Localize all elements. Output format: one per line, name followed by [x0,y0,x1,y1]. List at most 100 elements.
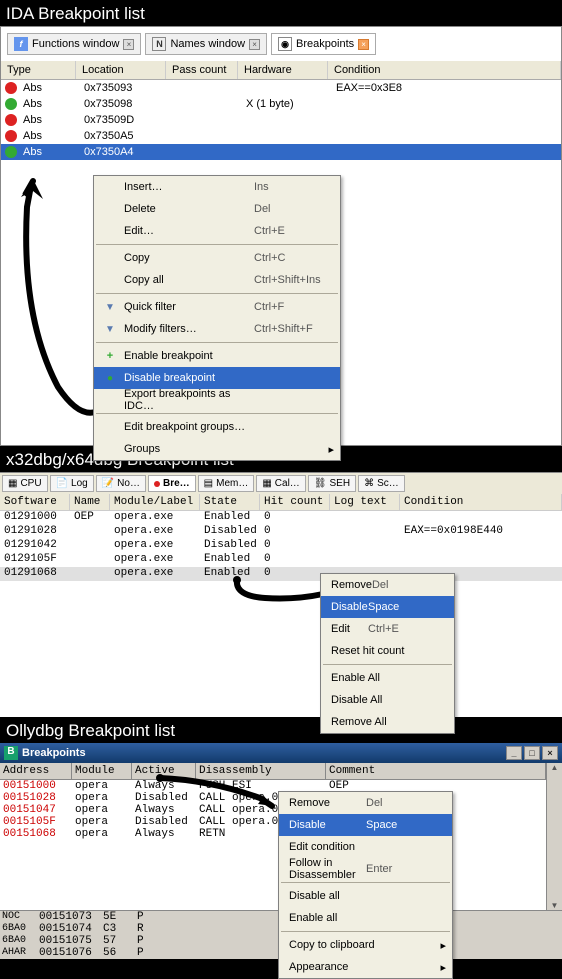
col-module[interactable]: Module/Label [110,494,200,510]
section-title-ida: IDA Breakpoint list [0,0,562,26]
tab-breakpoints[interactable]: ◉Breakpoints× [271,33,376,55]
col-address[interactable]: Address [0,763,72,779]
menu-modifyfilters[interactable]: Modify filters…Ctrl+Shift+F [94,318,340,340]
script-icon [364,478,374,489]
olly-panel: B Breakpoints _ □ × Address Module Activ… [0,743,562,959]
enable-bp-icon [100,350,120,362]
table-row[interactable]: Abs0x735098X (1 byte) [1,96,561,112]
xtab-memory[interactable]: Mem… [198,475,255,492]
menu-enableall[interactable]: Enable All [321,667,454,689]
submenu-arrow-icon: ▸ [324,443,334,456]
menu-follow[interactable]: Follow in DisassemblerEnter [279,858,452,880]
col-software[interactable]: Software [0,494,70,510]
menu-disableall[interactable]: Disable All [321,689,454,711]
xtab-notes[interactable]: No… [96,475,146,492]
menu-edit[interactable]: EditCtrl+E [321,618,454,640]
menu-remove[interactable]: RemoveDel [321,574,454,596]
xtab-cpu[interactable]: CPU [2,475,48,492]
menu-export[interactable]: Export breakpoints as IDC… [94,389,340,411]
col-state[interactable]: State [200,494,260,510]
xtab-breakpoints[interactable]: Bre… [148,475,196,492]
menu-quickfilter[interactable]: Quick filterCtrl+F [94,296,340,318]
col-hardware[interactable]: Hardware [238,61,328,79]
xtab-script[interactable]: Sc… [358,475,405,492]
menu-remove[interactable]: RemoveDel [279,792,452,814]
bp-state-icon [5,130,17,142]
col-log[interactable]: Log text [330,494,400,510]
tab-functions[interactable]: fFunctions window× [7,33,141,55]
maximize-button[interactable]: □ [524,746,540,760]
col-cond[interactable]: Condition [400,494,562,510]
ida-tab-bar: fFunctions window× NNames window× ◉Break… [1,27,561,61]
menu-copy[interactable]: CopyCtrl+C [94,247,340,269]
menu-reset[interactable]: Reset hit count [321,640,454,662]
table-row[interactable]: 01291000OEPopera.exeEnabled0 [0,511,562,525]
menu-edit[interactable]: Edit…Ctrl+E [94,220,340,242]
xtab-log[interactable]: Log [50,475,94,492]
menu-enableall[interactable]: Enable all [279,907,452,929]
scroll-down-icon[interactable]: ▼ [551,901,559,910]
xtab-callstack[interactable]: Cal… [256,475,305,492]
menu-removeall[interactable]: Remove All [321,711,454,733]
submenu-arrow-icon: ▸ [436,939,446,952]
close-button[interactable]: × [542,746,558,760]
table-row[interactable]: Abs0x735093EAX==0x3E8 [1,80,561,96]
minimize-button[interactable]: _ [506,746,522,760]
col-condition[interactable]: Condition [328,61,561,79]
separator [323,664,452,665]
col-name[interactable]: Name [70,494,110,510]
close-icon[interactable]: × [249,39,260,50]
col-disasm[interactable]: Disassembly [196,763,326,779]
menu-disable[interactable]: DisableSpace [279,814,452,836]
scroll-up-icon[interactable]: ▲ [551,763,559,772]
seh-icon [314,478,327,489]
menu-copy[interactable]: Copy to clipboard▸ [279,934,452,956]
tab-names[interactable]: NNames window× [145,33,267,55]
menu-disable[interactable]: DisableSpace [321,596,454,618]
separator [96,293,338,294]
table-row[interactable]: 0129105Fopera.exeEnabled0 [0,553,562,567]
ida-context-menu: Insert…Ins DeleteDel Edit…Ctrl+E CopyCtr… [93,175,341,461]
close-icon[interactable]: × [123,39,134,50]
table-row[interactable]: 01291068opera.exeEnabled0 [0,567,562,581]
col-module[interactable]: Module [72,763,132,779]
menu-appearance[interactable]: Appearance▸ [279,956,452,978]
menu-insert[interactable]: Insert…Ins [94,176,340,198]
menu-groups[interactable]: Groups▸ [94,438,340,460]
xtab-seh[interactable]: SEH [308,475,356,492]
col-comment[interactable]: Comment [326,763,546,779]
table-row[interactable]: 00151028operaDisabledCALL opera.00151EE1 [0,792,546,804]
table-row[interactable]: Abs0x7350A5 [1,128,561,144]
col-location[interactable]: Location [76,61,166,79]
col-hit[interactable]: Hit count [260,494,330,510]
menu-enable-bp[interactable]: Enable breakpoint [94,345,340,367]
table-row[interactable]: 00151047operaAlwaysCALL opera.00 [0,804,546,816]
separator [96,413,338,414]
menu-editcond[interactable]: Edit condition [279,836,452,858]
cpu-icon [8,478,17,489]
breakpoints-window-icon: B [4,746,18,760]
scrollbar[interactable]: ▲▼ [546,763,562,910]
tab-label: Names window [170,38,245,50]
separator [96,342,338,343]
menu-disableall[interactable]: Disable all [279,885,452,907]
table-row[interactable]: Abs0x73509D [1,112,561,128]
col-pass[interactable]: Pass count [166,61,238,79]
xdbg-table-header: Software Name Module/Label State Hit cou… [0,494,562,511]
table-row[interactable]: Abs0x7350A4 [1,144,561,160]
table-row[interactable]: 01291042opera.exeDisabled0 [0,539,562,553]
col-active[interactable]: Active [132,763,196,779]
menu-copyall[interactable]: Copy allCtrl+Shift+Ins [94,269,340,291]
menu-disable-bp[interactable]: Disable breakpoint [94,367,340,389]
col-type[interactable]: Type [1,61,76,79]
table-row[interactable]: 00151068operaAlwaysRETN [0,828,546,840]
table-row[interactable]: 00151000operaAlwaysPUSH ESIOEP [0,780,546,792]
xdbg-table-body: 01291000OEPopera.exeEnabled001291028oper… [0,511,562,581]
menu-editgroups[interactable]: Edit breakpoint groups… [94,416,340,438]
table-row[interactable]: 01291028opera.exeDisabled0EAX==0x0198E44… [0,525,562,539]
table-row[interactable]: 0015105FoperaDisabledCALL opera.00 [0,816,546,828]
close-icon[interactable]: × [358,39,369,50]
menu-delete[interactable]: DeleteDel [94,198,340,220]
bp-icon [154,481,160,487]
bp-state-icon [5,82,17,94]
